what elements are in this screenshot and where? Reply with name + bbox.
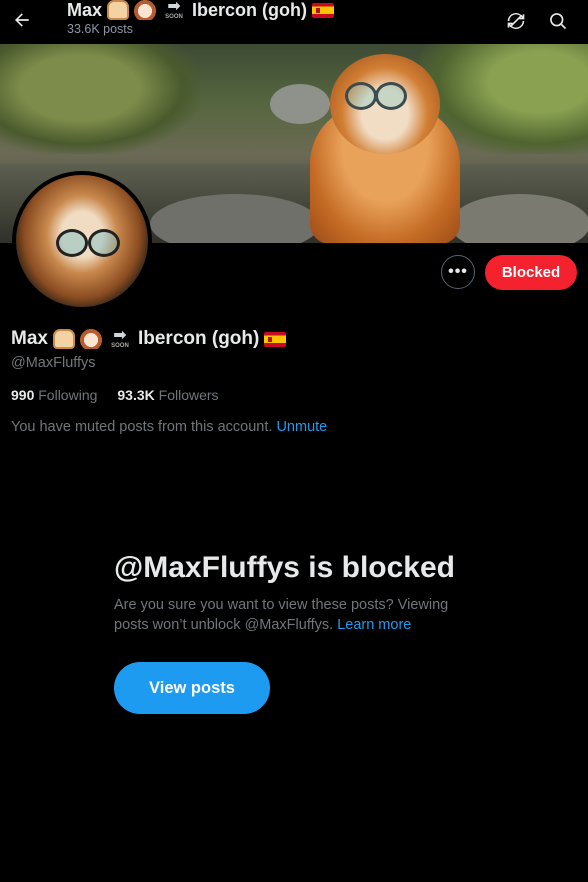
spain-flag-icon bbox=[312, 2, 335, 18]
following-count: 990 bbox=[11, 387, 35, 403]
name-suffix: Ibercon (goh) bbox=[137, 328, 260, 349]
banner-foliage bbox=[0, 44, 200, 154]
following-label: Following bbox=[38, 387, 98, 403]
muted-notice: You have muted posts from this account. … bbox=[11, 419, 327, 435]
followers-link[interactable]: 93.3K Followers bbox=[117, 387, 218, 403]
top-bar: Max ➡ SOON Ibercon (goh) 33.6K posts bbox=[0, 0, 588, 44]
refresh-button[interactable] bbox=[501, 6, 531, 36]
banner-rock bbox=[270, 84, 330, 124]
followers-label: Followers bbox=[158, 387, 219, 403]
bread-emoji-icon bbox=[107, 0, 130, 20]
blocked-description: Are you sure you want to view these post… bbox=[114, 595, 484, 635]
search-icon bbox=[550, 13, 567, 30]
muted-text: You have muted posts from this account. bbox=[11, 419, 273, 435]
bread-emoji-icon bbox=[52, 329, 75, 349]
glasses-icon bbox=[88, 229, 120, 257]
avatar[interactable] bbox=[12, 171, 152, 311]
user-handle: @MaxFluffys bbox=[11, 355, 96, 371]
header-title-block: Max ➡ SOON Ibercon (goh) 33.6K posts bbox=[67, 0, 335, 36]
blocked-button[interactable]: Blocked bbox=[485, 255, 577, 290]
blocked-title: @MaxFluffys is blocked bbox=[114, 551, 456, 584]
view-posts-button[interactable]: View posts bbox=[114, 662, 270, 714]
banner-rock bbox=[450, 194, 588, 243]
soon-label: SOON bbox=[165, 13, 183, 20]
glasses-icon bbox=[345, 82, 377, 110]
soon-arrow-icon: ➡ SOON bbox=[165, 0, 183, 20]
follow-stats: 990 Following 93.3K Followers bbox=[11, 387, 219, 403]
followers-count: 93.3K bbox=[117, 387, 155, 403]
soon-label: SOON bbox=[111, 342, 129, 349]
header-name-suffix: Ibercon (goh) bbox=[192, 0, 308, 20]
soon-arrow-icon: ➡ SOON bbox=[111, 326, 129, 349]
learn-more-link[interactable]: Learn more bbox=[337, 617, 411, 633]
header-name-prefix: Max bbox=[67, 0, 103, 20]
header-display-name: Max ➡ SOON Ibercon (goh) bbox=[67, 0, 335, 22]
unmute-link[interactable]: Unmute bbox=[276, 419, 327, 435]
spain-flag-icon bbox=[264, 331, 287, 347]
glasses-icon bbox=[375, 82, 407, 110]
arrow-left-icon bbox=[15, 13, 29, 27]
back-button[interactable] bbox=[8, 6, 36, 34]
search-button[interactable] bbox=[543, 6, 573, 36]
post-count: 33.6K posts bbox=[67, 22, 134, 36]
glasses-icon bbox=[56, 229, 88, 257]
display-name: Max ➡ SOON Ibercon (goh) bbox=[11, 326, 287, 350]
name-prefix: Max bbox=[11, 328, 48, 349]
following-link[interactable]: 990 Following bbox=[11, 387, 97, 403]
refresh-icon bbox=[507, 13, 525, 29]
dog-face-emoji-icon bbox=[79, 329, 102, 349]
dog-face-emoji-icon bbox=[134, 0, 157, 20]
more-options-button[interactable]: ••• bbox=[441, 255, 475, 289]
